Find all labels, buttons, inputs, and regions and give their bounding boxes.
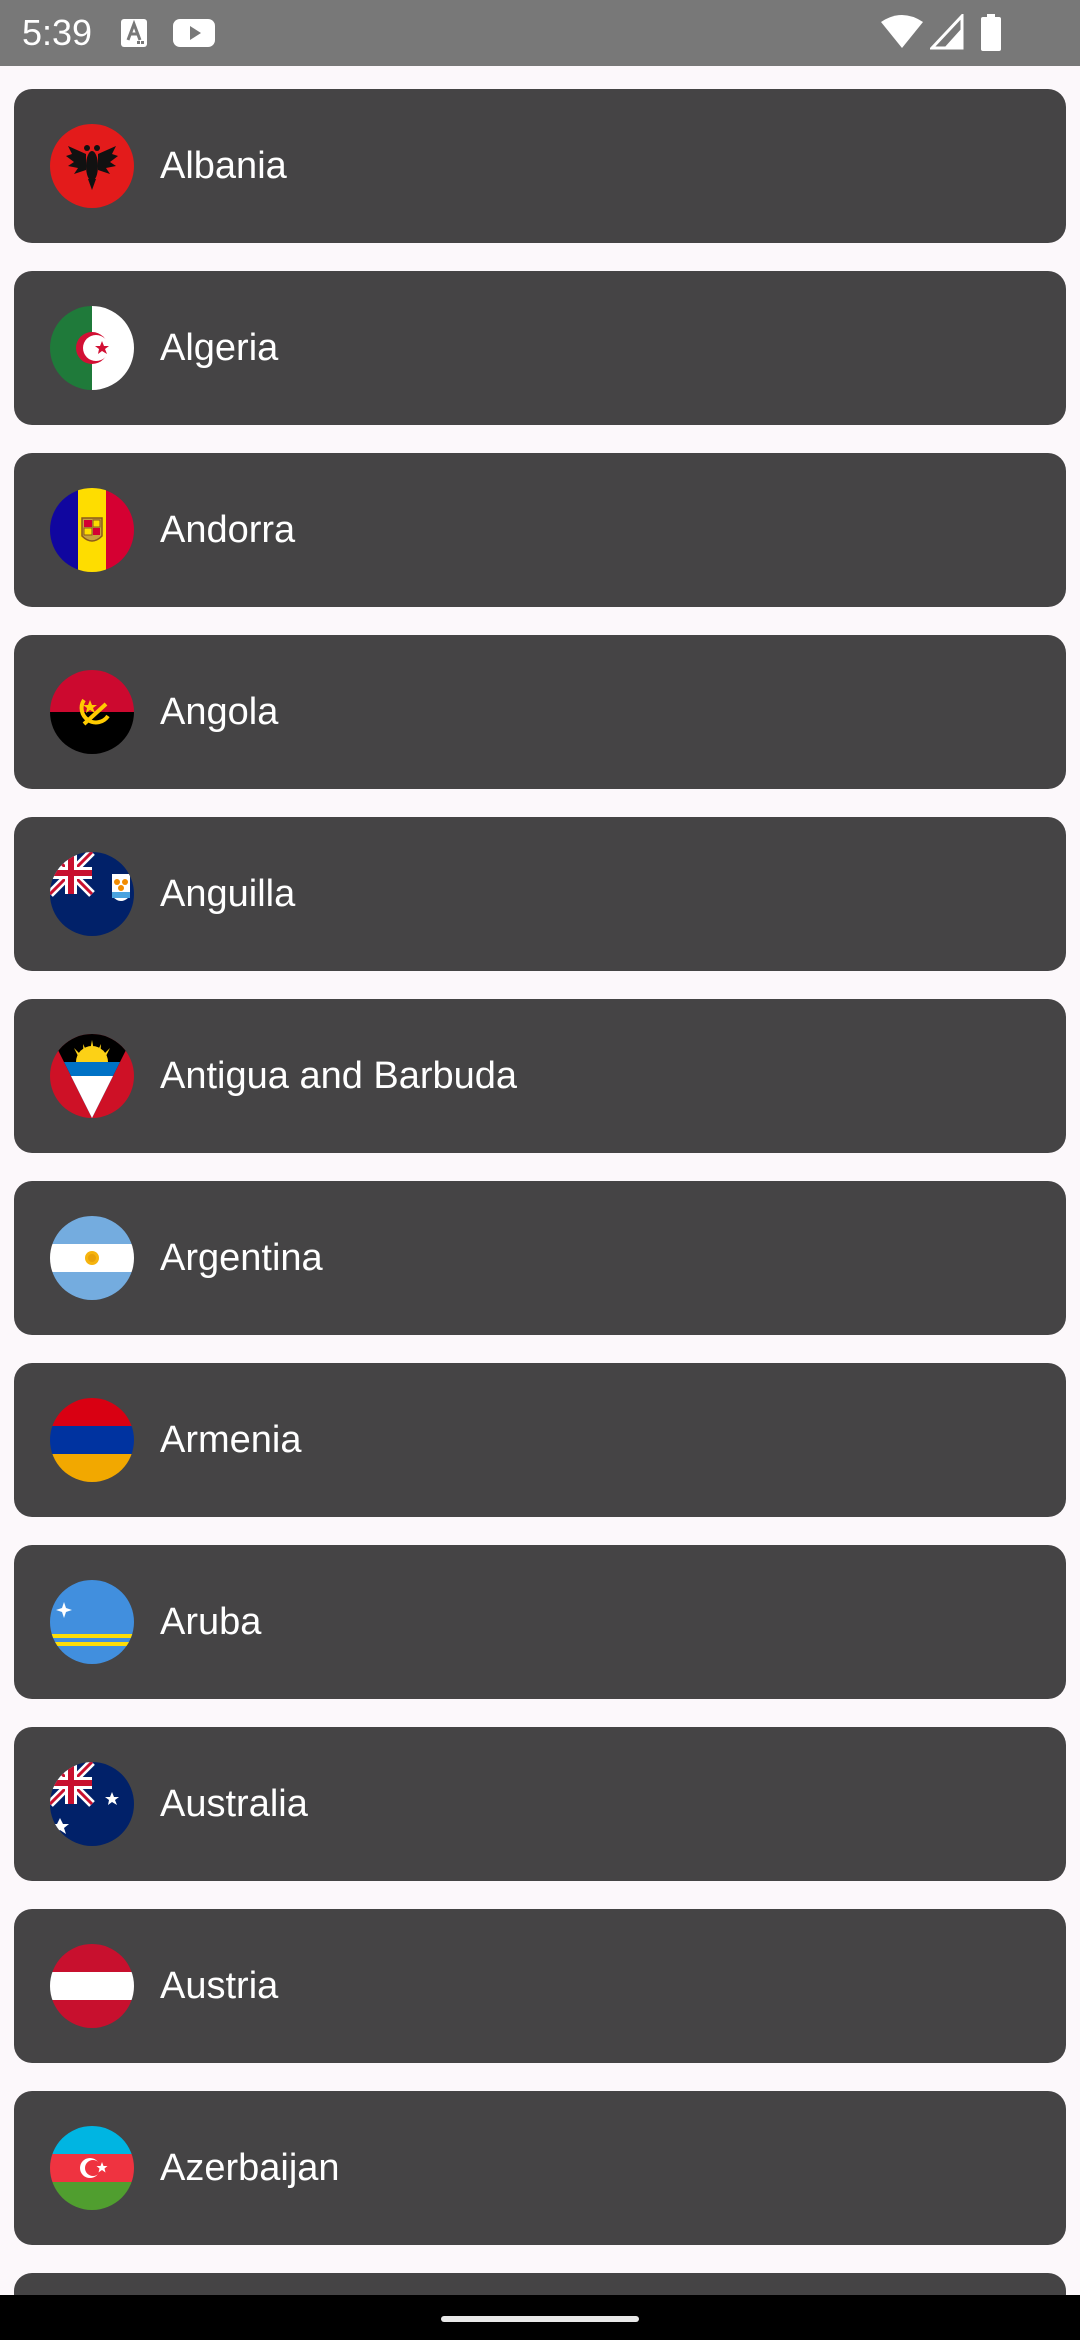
country-name: Austria	[160, 1965, 279, 2007]
country-name: Angola	[160, 691, 279, 733]
country-item-antigua-and-barbuda[interactable]: Antigua and Barbuda	[14, 999, 1066, 1153]
battery-icon	[981, 14, 1001, 51]
country-name: Andorra	[160, 509, 296, 551]
country-item-anguilla[interactable]: Anguilla	[14, 817, 1066, 971]
anguilla-flag-icon	[50, 852, 134, 936]
country-item-angola[interactable]: Angola	[14, 635, 1066, 789]
country-item-azerbaijan[interactable]: Azerbaijan	[14, 2091, 1066, 2245]
country-name: Azerbaijan	[160, 2147, 340, 2189]
country-item-argentina[interactable]: Argentina	[14, 1181, 1066, 1335]
country-list: Albania Algeria Andorra Angola Anguilla …	[14, 89, 1066, 2273]
status-time: 5:39	[22, 12, 93, 53]
youtube-icon	[173, 19, 215, 47]
cellular-signal-icon	[930, 14, 964, 50]
azerbaijan-flag-icon	[50, 2126, 134, 2210]
argentina-flag-icon	[50, 1216, 134, 1300]
country-name: Australia	[160, 1783, 308, 1825]
country-item-algeria[interactable]: Algeria	[14, 271, 1066, 425]
country-item-aruba[interactable]: Aruba	[14, 1545, 1066, 1699]
country-item-albania[interactable]: Albania	[14, 89, 1066, 243]
country-name: Aruba	[160, 1601, 262, 1643]
australia-flag-icon	[50, 1762, 134, 1846]
country-item-australia[interactable]: Australia	[14, 1727, 1066, 1881]
text-notification-icon	[121, 19, 147, 47]
home-gesture-handle[interactable]	[441, 2316, 639, 2322]
country-name: Algeria	[160, 327, 279, 369]
aruba-flag-icon	[50, 1580, 134, 1664]
country-name: Antigua and Barbuda	[160, 1055, 518, 1097]
andorra-flag-icon	[50, 488, 134, 572]
angola-flag-icon	[50, 670, 134, 754]
wifi-icon	[881, 15, 923, 48]
status-bar: 5:39	[0, 0, 1080, 66]
country-item-austria[interactable]: Austria	[14, 1909, 1066, 2063]
country-item-andorra[interactable]: Andorra	[14, 453, 1066, 607]
albania-flag-icon	[50, 124, 134, 208]
algeria-flag-icon	[50, 306, 134, 390]
austria-flag-icon	[50, 1944, 134, 2028]
antigua-and-barbuda-flag-icon	[50, 1034, 134, 1118]
country-name: Argentina	[160, 1237, 323, 1279]
country-item-armenia[interactable]: Armenia	[14, 1363, 1066, 1517]
country-name: Albania	[160, 145, 287, 187]
armenia-flag-icon	[50, 1398, 134, 1482]
country-name: Armenia	[160, 1419, 302, 1461]
navigation-bar	[0, 2295, 1080, 2340]
country-name: Anguilla	[160, 873, 296, 915]
